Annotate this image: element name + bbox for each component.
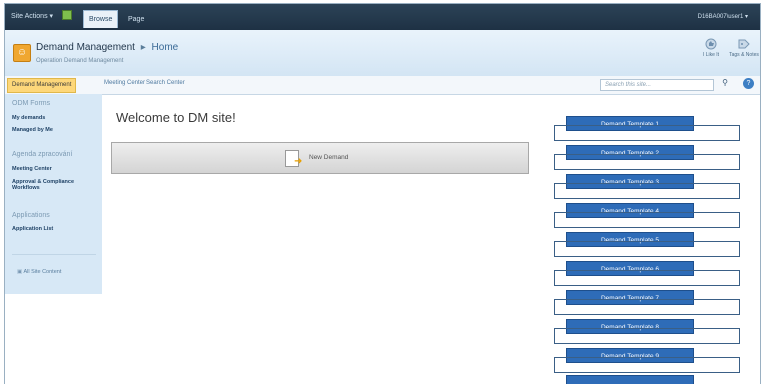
site-logo-icon: ☺ bbox=[13, 44, 31, 62]
template-connector bbox=[554, 212, 740, 228]
ribbon-bar: Site Actions ▾ Browse Page D16BA007\user… bbox=[5, 4, 760, 30]
sharepoint-window: Site Actions ▾ Browse Page D16BA007\user… bbox=[4, 3, 761, 384]
search-icon[interactable]: ⚲ bbox=[719, 78, 731, 91]
nav-header-agenda[interactable]: Agenda zpracování bbox=[12, 151, 72, 158]
page-title: Demand Management ▸ Home bbox=[36, 42, 178, 53]
new-demand-label: New Demand bbox=[309, 154, 349, 161]
site-title-link[interactable]: Demand Management bbox=[36, 42, 135, 53]
template-connector bbox=[554, 154, 740, 170]
nav-item-meeting-center[interactable]: Meeting Center bbox=[12, 166, 100, 172]
topnav-search-center[interactable]: Search Center bbox=[146, 80, 185, 86]
topnav-meeting-center[interactable]: Meeting Center bbox=[104, 80, 145, 86]
site-actions-menu[interactable]: Site Actions ▾ bbox=[11, 12, 53, 20]
template-connector bbox=[554, 183, 740, 199]
tab-browse[interactable]: Browse bbox=[83, 10, 119, 28]
nav-header-odm-forms[interactable]: ODM Forms bbox=[12, 100, 50, 107]
i-like-it-button[interactable]: I Like It bbox=[695, 38, 727, 58]
nav-divider bbox=[12, 254, 96, 255]
nav-header-applications[interactable]: Applications bbox=[12, 212, 50, 219]
template-connector bbox=[554, 299, 740, 315]
nav-item-managed-by-me[interactable]: Managed by Me bbox=[12, 127, 100, 133]
user-menu[interactable]: D16BA007\user1 ▾ bbox=[698, 13, 748, 20]
nav-item-my-demands[interactable]: My demands bbox=[12, 115, 100, 121]
navigate-up-icon[interactable] bbox=[62, 10, 72, 20]
welcome-heading: Welcome to DM site! bbox=[116, 110, 236, 125]
topnav-demand-management[interactable]: Demand Management bbox=[7, 78, 77, 93]
all-site-content-link[interactable]: ▣ All Site Content bbox=[17, 269, 61, 275]
site-header: ☺ Demand Management ▸ Home Operation Dem… bbox=[5, 30, 760, 77]
template-connector bbox=[554, 125, 740, 141]
thumbs-up-icon bbox=[705, 38, 717, 50]
template-connector bbox=[554, 357, 740, 373]
tags-notes-label: Tags & Notes bbox=[729, 52, 759, 58]
tag-icon bbox=[738, 39, 750, 49]
tab-page[interactable]: Page bbox=[123, 11, 149, 28]
template-connector bbox=[554, 328, 740, 344]
arrow-icon: ➜ bbox=[294, 156, 303, 167]
i-like-it-label: I Like It bbox=[702, 52, 720, 58]
site-description: Operation Demand Management bbox=[36, 58, 124, 64]
top-navigation: Demand Management Meeting Center Search … bbox=[5, 76, 760, 95]
search-input[interactable]: Search this site... bbox=[600, 79, 714, 91]
help-icon[interactable]: ? bbox=[743, 78, 754, 89]
all-site-content-label: All Site Content bbox=[23, 269, 62, 275]
tags-notes-button[interactable]: Tags & Notes bbox=[729, 38, 759, 58]
breadcrumb-home: Home bbox=[151, 42, 179, 53]
quick-launch: ODM Forms My demands Managed by Me Agend… bbox=[5, 94, 102, 294]
template-connector bbox=[554, 241, 740, 257]
breadcrumb-separator: ▸ bbox=[140, 42, 146, 53]
demand-template-10[interactable] bbox=[566, 375, 694, 384]
new-demand-button[interactable]: ➜ New Demand bbox=[111, 142, 529, 174]
template-connector bbox=[554, 270, 740, 286]
nav-item-application-list[interactable]: Application List bbox=[12, 226, 100, 232]
nav-item-approval-workflows[interactable]: Approval & Compliance Workflows bbox=[12, 179, 100, 191]
site-content-icon: ▣ bbox=[17, 269, 23, 275]
